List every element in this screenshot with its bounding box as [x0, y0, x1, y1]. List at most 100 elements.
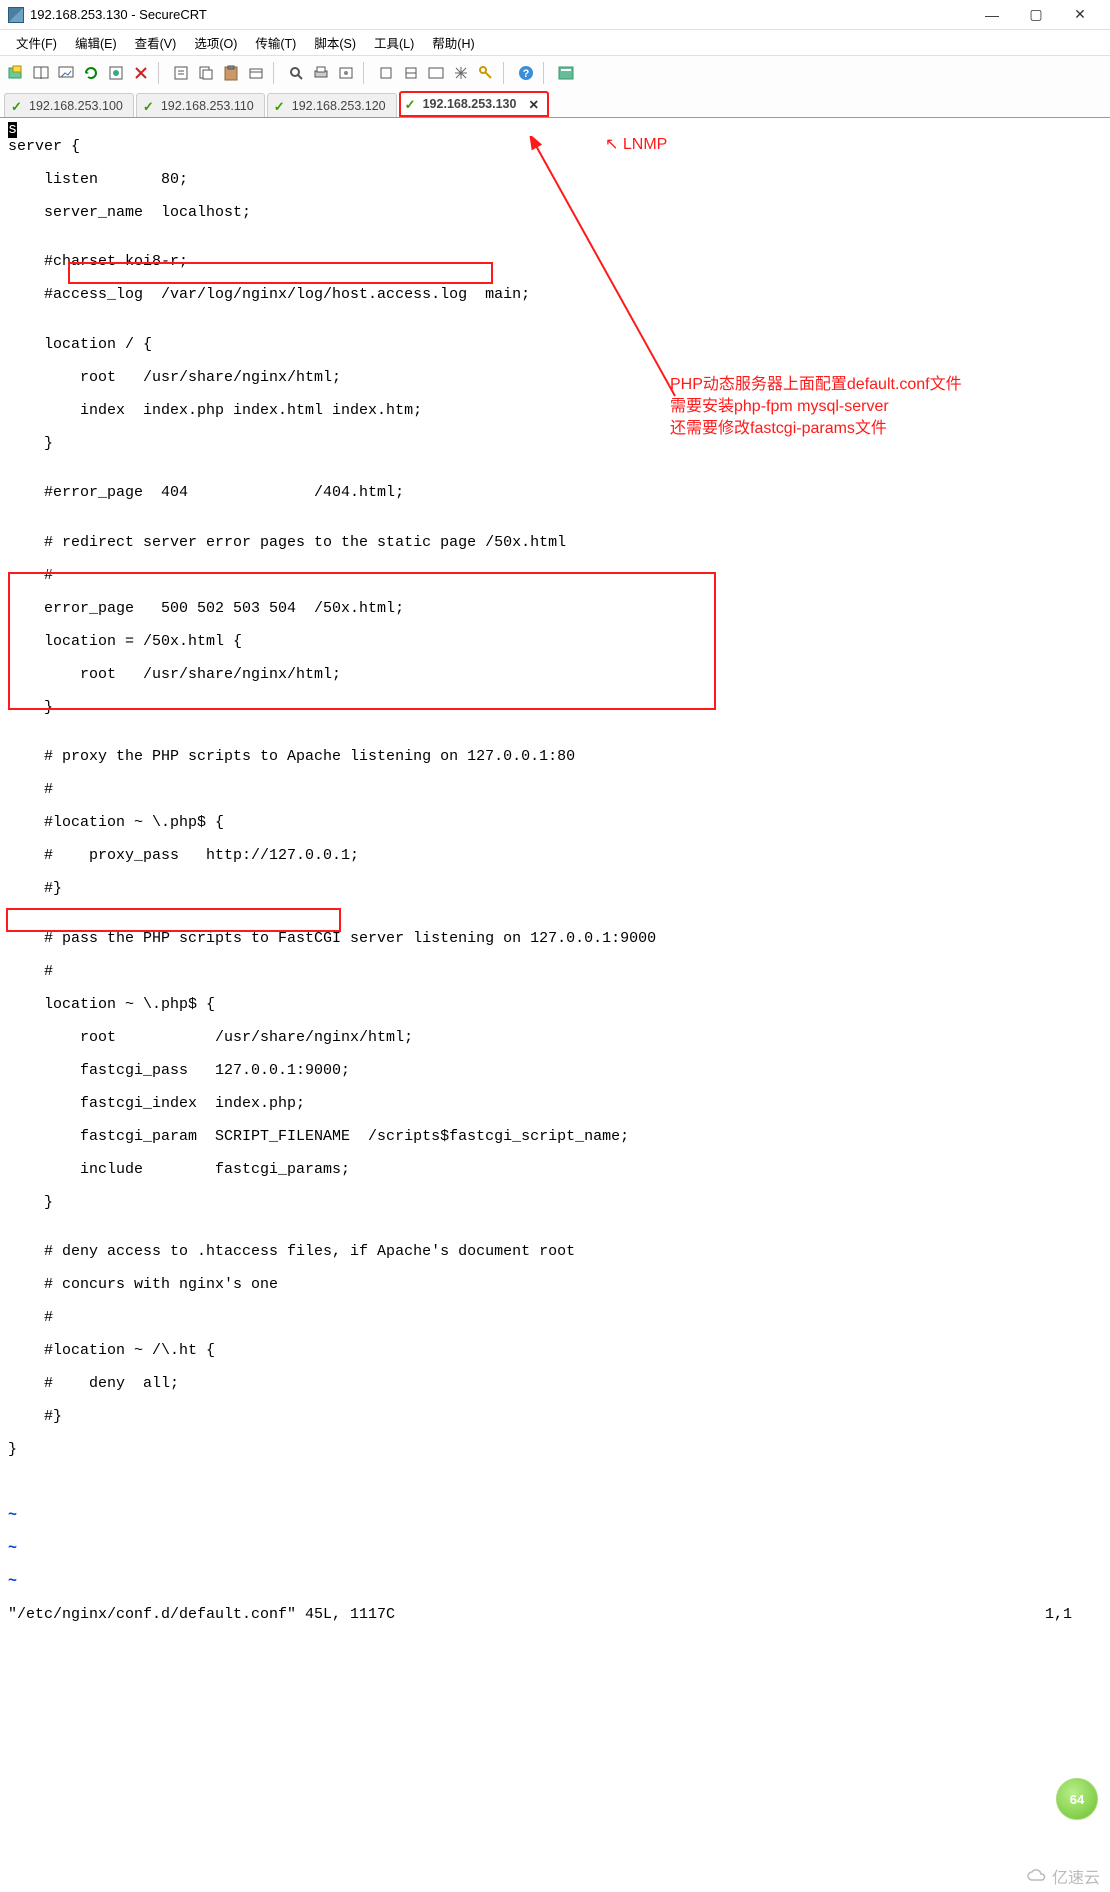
svg-text:?: ? [523, 68, 530, 80]
code-line: } [8, 1195, 1102, 1212]
menubar: 文件(F) 编辑(E) 查看(V) 选项(O) 传输(T) 脚本(S) 工具(L… [0, 30, 1110, 56]
code-line [8, 1475, 1102, 1492]
code-line: listen 80; [8, 172, 1102, 189]
annotation-block: PHP动态服务器上面配置default.conf文件 需要安装php-fpm m… [670, 374, 962, 440]
tabbar: ✓ 192.168.253.100 ✓ 192.168.253.110 ✓ 19… [0, 90, 1110, 118]
maximize-button[interactable]: ▢ [1014, 1, 1058, 29]
quick-connect-icon[interactable] [29, 61, 53, 85]
code-line: server { [8, 139, 1102, 156]
annotation-lnmp: ↖ LNMP [605, 134, 667, 156]
code-line: # proxy_pass http://127.0.0.1; [8, 848, 1102, 865]
menu-file[interactable]: 文件(F) [10, 31, 63, 54]
code-line: # deny access to .htaccess files, if Apa… [8, 1244, 1102, 1261]
tab-label: 192.168.253.100 [29, 99, 123, 113]
code-line: } [8, 1442, 1102, 1459]
toolbar-icon-15[interactable] [399, 61, 423, 85]
toolbar-separator [158, 62, 164, 84]
code-line: # [8, 964, 1102, 981]
menu-script[interactable]: 脚本(S) [308, 31, 362, 54]
check-icon: ✓ [11, 99, 25, 113]
titlebar: 192.168.253.130 - SecureCRT — ▢ ✕ [0, 0, 1110, 30]
app-icon [8, 7, 24, 23]
code-line: #} [8, 1409, 1102, 1426]
copy-icon[interactable] [194, 61, 218, 85]
properties-icon[interactable] [169, 61, 193, 85]
menu-tools[interactable]: 工具(L) [368, 31, 420, 54]
code-line: fastcgi_index index.php; [8, 1096, 1102, 1113]
code-line: location / { [8, 337, 1102, 354]
code-line: #access_log /var/log/nginx/log/host.acce… [8, 287, 1102, 304]
toolbar-icon-5[interactable] [104, 61, 128, 85]
tab-110[interactable]: ✓ 192.168.253.110 [136, 93, 265, 117]
reconnect-icon[interactable] [79, 61, 103, 85]
toolbar: ? [0, 56, 1110, 90]
tab-label: 192.168.253.110 [161, 99, 254, 113]
code-line: # [8, 782, 1102, 799]
toolbar-separator [543, 62, 549, 84]
toolbar-icon-13[interactable] [334, 61, 358, 85]
toolbar-separator [273, 62, 279, 84]
code-line: } [8, 700, 1102, 717]
code-line: location = /50x.html { [8, 634, 1102, 651]
settings-icon[interactable] [449, 61, 473, 85]
paste-icon[interactable] [219, 61, 243, 85]
menu-view[interactable]: 查看(V) [129, 31, 183, 54]
badge-button[interactable]: 64 [1056, 1778, 1098, 1820]
tab-label: 192.168.253.120 [292, 99, 386, 113]
menu-edit[interactable]: 编辑(E) [69, 31, 123, 54]
connect-icon[interactable] [4, 61, 28, 85]
code-line: error_page 500 502 503 504 /50x.html; [8, 601, 1102, 618]
watermark: 亿速云 [1026, 1864, 1100, 1888]
tilde-line: ~ [8, 1574, 1102, 1591]
tab-100[interactable]: ✓ 192.168.253.100 [4, 93, 134, 117]
code-line: fastcgi_pass 127.0.0.1:9000; [8, 1063, 1102, 1080]
code-line: #location ~ /\.ht { [8, 1343, 1102, 1360]
help-icon[interactable]: ? [514, 61, 538, 85]
code-line: # proxy the PHP scripts to Apache listen… [8, 749, 1102, 766]
code-line: # pass the PHP scripts to FastCGI server… [8, 931, 1102, 948]
toolbar-icon-3[interactable] [54, 61, 78, 85]
code-line: # [8, 568, 1102, 585]
minimize-button[interactable]: — [970, 1, 1014, 29]
code-line: root /usr/share/nginx/html; [8, 667, 1102, 684]
menu-help[interactable]: 帮助(H) [426, 31, 480, 54]
toolbar-icon-16[interactable] [424, 61, 448, 85]
code-line: # concurs with nginx's one [8, 1277, 1102, 1294]
code-line: #error_page 404 /404.html; [8, 485, 1102, 502]
find-icon[interactable] [284, 61, 308, 85]
close-button[interactable]: ✕ [1058, 1, 1102, 29]
code-line: root /usr/share/nginx/html; [8, 1030, 1102, 1047]
toolbar-separator [503, 62, 509, 84]
terminal-content[interactable]: server { listen 80; server_name localhos… [0, 118, 1110, 1892]
tab-130[interactable]: ✓ 192.168.253.130 ✕ [399, 91, 549, 117]
menu-transfer[interactable]: 传输(T) [249, 31, 302, 54]
toolbar-icon-20[interactable] [554, 61, 578, 85]
window-title: 192.168.253.130 - SecureCRT [30, 7, 970, 22]
toolbar-icon-14[interactable] [374, 61, 398, 85]
tilde-line: ~ [8, 1508, 1102, 1525]
code-line: #location ~ \.php$ { [8, 815, 1102, 832]
toolbar-icon-10[interactable] [244, 61, 268, 85]
code-line: # redirect server error pages to the sta… [8, 535, 1102, 552]
toolbar-separator [363, 62, 369, 84]
print-icon[interactable] [309, 61, 333, 85]
highlight-status-path [6, 908, 341, 932]
close-icon[interactable]: ✕ [528, 97, 538, 112]
cloud-icon [1026, 1868, 1048, 1884]
status-line: "/etc/nginx/conf.d/default.conf" 45L, 11… [8, 1607, 395, 1624]
code-line: location ~ \.php$ { [8, 997, 1102, 1014]
menu-options[interactable]: 选项(O) [188, 31, 243, 54]
check-icon: ✓ [405, 97, 419, 111]
code-line: server_name localhost; [8, 205, 1102, 222]
code-line: #} [8, 881, 1102, 898]
check-icon: ✓ [143, 99, 157, 113]
disconnect-icon[interactable] [129, 61, 153, 85]
cursor-indicator: s [8, 122, 17, 138]
cursor-position: 1,1 [1045, 1607, 1072, 1624]
code-line: #charset koi8-r; [8, 254, 1102, 271]
tab-120[interactable]: ✓ 192.168.253.120 [267, 93, 397, 117]
key-icon[interactable] [474, 61, 498, 85]
tab-label: 192.168.253.130 [423, 97, 517, 111]
tilde-line: ~ [8, 1541, 1102, 1558]
code-line: # [8, 1310, 1102, 1327]
